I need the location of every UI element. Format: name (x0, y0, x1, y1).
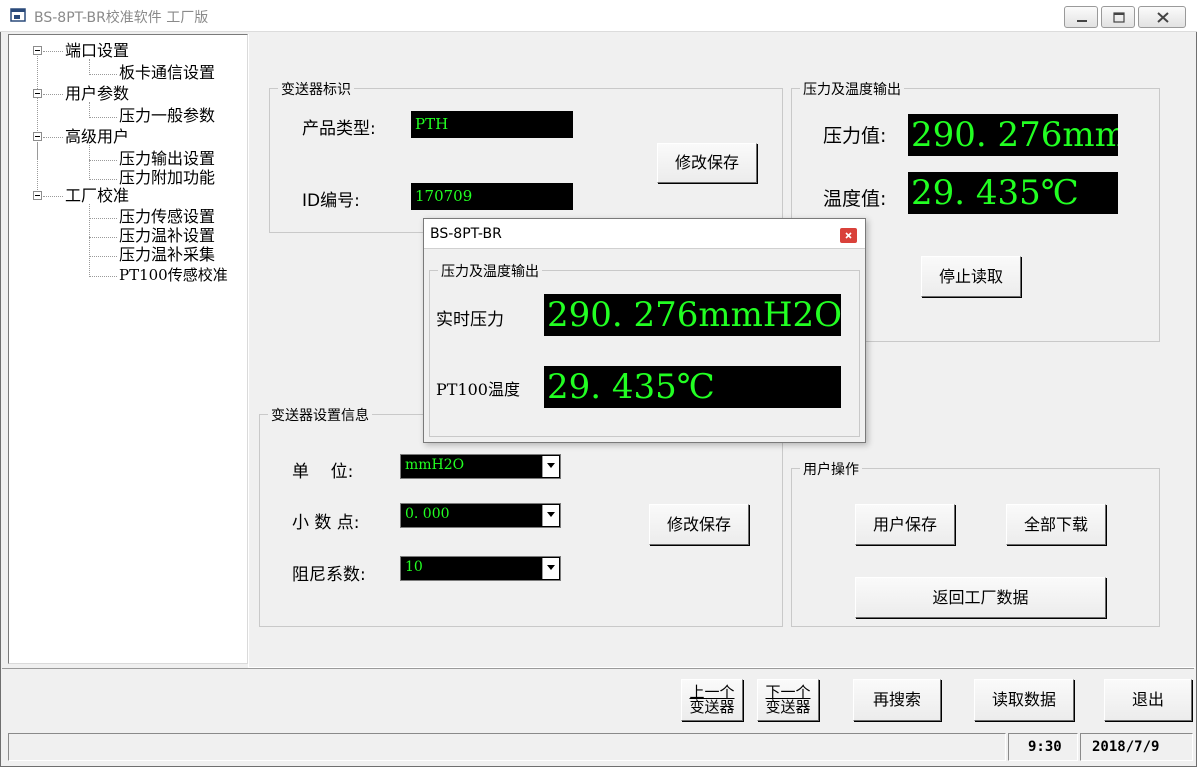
pt100-label: PT100温度 (436, 380, 520, 399)
pressure-display: 290. 276mm (908, 114, 1118, 156)
tree-item-board-comm[interactable]: 板卡通信设置 (119, 65, 215, 81)
realtime-pressure-label: 实时压力 (436, 310, 504, 330)
pt100-display: 29. 435℃ (544, 366, 841, 408)
tree-item-pressure-sensor[interactable]: 压力传感设置 (119, 209, 215, 225)
status-time: 9:30 (1028, 739, 1062, 755)
collapse-icon[interactable] (33, 89, 42, 98)
close-icon (1157, 12, 1169, 23)
damping-value: 10 (405, 559, 423, 575)
tree-item-factory-cal[interactable]: 工厂校准 (65, 188, 129, 204)
popup-title: BS-8PT-BR (430, 226, 502, 242)
group-title: 变送器设置信息 (268, 405, 372, 425)
exit-button[interactable]: 退出 (1104, 679, 1192, 721)
close-icon (845, 232, 852, 239)
minimize-icon (1077, 20, 1087, 22)
next-line2: 变送器 (765, 698, 811, 716)
modify-save-button[interactable]: 修改保存 (657, 143, 757, 183)
tree-item-pressure-extra[interactable]: 压力附加功能 (119, 170, 215, 186)
settings-save-button[interactable]: 修改保存 (649, 504, 749, 545)
maximize-button[interactable] (1101, 6, 1135, 28)
prev-line2: 变送器 (689, 698, 735, 716)
decimal-value: 0. 000 (405, 506, 450, 522)
app-icon (10, 8, 26, 22)
tree-item-pressure-general[interactable]: 压力一般参数 (119, 108, 215, 124)
tree-item-port-settings[interactable]: 端口设置 (65, 43, 129, 59)
temperature-display: 29. 435℃ (908, 172, 1118, 214)
user-save-button[interactable]: 用户保存 (855, 504, 955, 545)
prev-transmitter-button[interactable]: 上一个 变送器 (681, 679, 743, 721)
status-date: 2018/7/9 (1092, 739, 1160, 755)
tree-item-temp-comp-settings[interactable]: 压力温补设置 (119, 228, 215, 244)
product-type-label: 产品类型: (302, 119, 376, 139)
restore-factory-button[interactable]: 返回工厂数据 (855, 577, 1106, 618)
tree-item-temp-comp-collect[interactable]: 压力温补采集 (119, 247, 215, 263)
damping-label: 阻尼系数: (292, 565, 366, 585)
collapse-icon[interactable] (33, 46, 42, 55)
tree-item-pt100-cal[interactable]: PT100传感校准 (119, 267, 228, 283)
group-title: 变送器标识 (278, 79, 354, 99)
realtime-pressure-display: 290. 276mmH2O (544, 294, 841, 336)
research-button[interactable]: 再搜索 (853, 679, 941, 721)
tree-item-user-params[interactable]: 用户参数 (65, 86, 129, 102)
maximize-icon (1113, 12, 1125, 23)
unit-value: mmH2O (405, 457, 465, 473)
collapse-icon[interactable] (33, 191, 42, 200)
chevron-down-icon[interactable] (542, 558, 559, 579)
next-transmitter-button[interactable]: 下一个 变送器 (757, 679, 819, 721)
product-type-field[interactable]: PTH (411, 111, 573, 138)
read-data-button[interactable]: 读取数据 (974, 679, 1074, 721)
decimal-select[interactable]: 0. 000 (400, 503, 561, 528)
chevron-down-icon[interactable] (542, 505, 559, 526)
navigation-tree[interactable]: 端口设置 板卡通信设置 用户参数 压力一般参数 高级用户 压力输出设置 压力附加… (8, 34, 248, 664)
group-title: 用户操作 (800, 459, 862, 479)
id-field[interactable]: 170709 (411, 183, 573, 210)
damping-select[interactable]: 10 (400, 556, 561, 581)
chevron-down-icon[interactable] (542, 456, 559, 477)
group-title: 压力及温度输出 (438, 261, 542, 281)
collapse-icon[interactable] (33, 132, 42, 141)
download-all-button[interactable]: 全部下载 (1006, 504, 1106, 545)
close-button[interactable] (1138, 6, 1186, 28)
pressure-label: 压力值: (823, 125, 887, 147)
temperature-label: 温度值: (823, 188, 887, 210)
window-title: BS-8PT-BR校准软件 工厂版 (34, 10, 209, 26)
status-message-panel (8, 733, 1006, 761)
id-label: ID编号: (302, 191, 360, 211)
title-bar[interactable]: BS-8PT-BR校准软件 工厂版 (0, 0, 1197, 32)
tree-item-advanced-user[interactable]: 高级用户 (65, 129, 129, 145)
decimal-label: 小 数 点: (292, 513, 360, 533)
popup-close-button[interactable] (840, 228, 857, 243)
minimize-button[interactable] (1064, 6, 1098, 28)
unit-label: 单 位: (292, 462, 354, 482)
group-title: 压力及温度输出 (800, 79, 904, 99)
stop-reading-button[interactable]: 停止读取 (921, 256, 1021, 297)
realtime-popup[interactable]: BS-8PT-BR 压力及温度输出 实时压力 290. 276mmH2O PT1… (423, 218, 866, 443)
status-date-panel: 2018/7/9 (1080, 733, 1193, 761)
status-time-panel: 9:30 (1008, 733, 1078, 761)
tree-item-pressure-output[interactable]: 压力输出设置 (119, 151, 215, 167)
popup-title-bar[interactable]: BS-8PT-BR (424, 219, 865, 249)
unit-select[interactable]: mmH2O (400, 454, 561, 479)
